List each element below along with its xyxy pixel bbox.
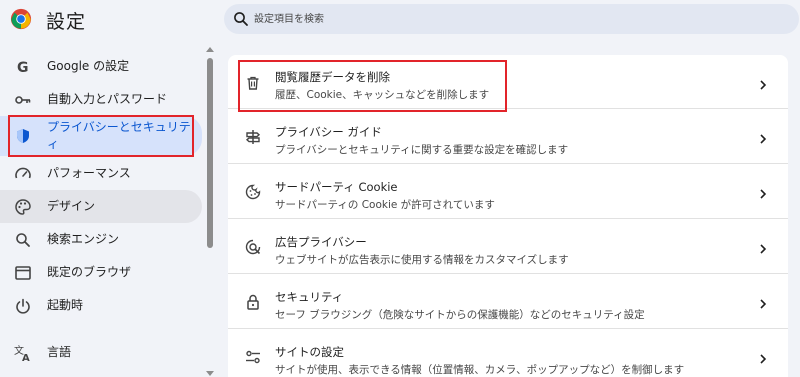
settings-header: 設定 <box>0 0 800 38</box>
search-bar[interactable] <box>224 4 799 34</box>
sidebar-item-search-engine[interactable]: 検索エンジン <box>0 223 202 256</box>
row-title: サイトの設定 <box>275 345 344 359</box>
scroll-up-icon[interactable] <box>206 46 214 52</box>
key-icon <box>14 91 32 109</box>
search-icon <box>14 231 32 249</box>
search-input[interactable] <box>254 4 774 34</box>
sidebar-item-label: デザイン <box>47 199 96 213</box>
row-subtitle: サードパーティの Cookie が許可されています <box>275 199 495 211</box>
svg-text:A: A <box>22 353 30 362</box>
chevron-right-icon <box>760 134 767 144</box>
sidebar-item-label: 自動入力とパスワード <box>47 92 168 106</box>
scroll-thumb[interactable] <box>207 58 213 248</box>
row-subtitle: 履歴、Cookie、キャッシュなどを削除します <box>275 89 490 101</box>
row-title: プライバシー ガイド <box>275 125 382 139</box>
sidebar-item-label: Google の設定 <box>47 59 130 73</box>
row-clear-browsing-data[interactable]: 閲覧履歴データを削除 履歴、Cookie、キャッシュなどを削除します <box>228 55 788 109</box>
row-security[interactable]: セキュリティ セーフ ブラウジング（危険なサイトからの保護機能）などのセキュリテ… <box>228 275 788 329</box>
lock-icon <box>245 294 261 310</box>
row-subtitle: セーフ ブラウジング（危険なサイトからの保護機能）などのセキュリティ設定 <box>275 309 645 321</box>
google-icon: G <box>14 58 32 76</box>
chevron-right-icon <box>760 299 767 309</box>
privacy-settings-card: 閲覧履歴データを削除 履歴、Cookie、キャッシュなどを削除します プライバシ… <box>228 55 788 377</box>
sidebar-item-default-browser[interactable]: 既定のブラウザ <box>0 256 202 289</box>
chevron-right-icon <box>760 80 767 90</box>
sidebar-item-google[interactable]: G Google の設定 <box>0 50 202 83</box>
sidebar-item-on-startup[interactable]: 起動時 <box>0 289 202 322</box>
row-privacy-guide[interactable]: プライバシー ガイド プライバシーとセキュリティに関する重要な設定を確認します <box>228 110 788 164</box>
row-third-party-cookies[interactable]: サードパーティ Cookie サードパーティの Cookie が許可されています <box>228 165 788 219</box>
sidebar-item-label: 検索エンジン <box>47 232 120 246</box>
palette-icon <box>14 198 32 216</box>
browser-window-icon <box>14 264 32 282</box>
row-title: 広告プライバシー <box>275 235 367 249</box>
sidebar-item-label: 既定のブラウザ <box>47 265 132 279</box>
chrome-logo-icon <box>10 8 32 30</box>
scroll-down-icon[interactable] <box>206 371 214 377</box>
guide-icon <box>245 129 261 145</box>
row-site-settings[interactable]: サイトの設定 サイトが使用、表示できる情報（位置情報、カメラ、ポップアップなど）… <box>228 330 788 377</box>
sidebar-scrollbar[interactable] <box>204 44 216 377</box>
sidebar-item-label: プライバシーとセキュリティ <box>47 120 191 151</box>
sidebar-item-label: 言語 <box>47 345 72 359</box>
row-title: 閲覧履歴データを削除 <box>275 70 390 84</box>
sidebar-item-label: パフォーマンス <box>47 166 131 180</box>
page-title: 設定 <box>46 11 87 33</box>
cookie-icon <box>245 184 261 200</box>
row-title: サードパーティ Cookie <box>275 180 398 194</box>
row-title: セキュリティ <box>275 290 344 304</box>
shield-icon <box>14 127 32 145</box>
translate-icon: 文A <box>14 344 32 362</box>
sidebar-item-autofill[interactable]: 自動入力とパスワード <box>0 83 202 116</box>
row-subtitle: プライバシーとセキュリティに関する重要な設定を確認します <box>275 144 569 156</box>
row-subtitle: サイトが使用、表示できる情報（位置情報、カメラ、ポップアップなど）を制御します <box>275 364 685 376</box>
chevron-right-icon <box>760 189 767 199</box>
row-ad-privacy[interactable]: 広告プライバシー ウェブサイトが広告表示に使用する情報をカスタマイズします <box>228 220 788 274</box>
row-subtitle: ウェブサイトが広告表示に使用する情報をカスタマイズします <box>275 254 569 266</box>
speedometer-icon <box>14 165 32 183</box>
sidebar-item-performance[interactable]: パフォーマンス <box>0 157 202 190</box>
search-icon <box>234 12 248 26</box>
sliders-icon <box>245 349 261 365</box>
chevron-right-icon <box>760 354 767 364</box>
sidebar-item-languages[interactable]: 文A 言語 <box>0 336 202 369</box>
trash-icon <box>245 75 261 91</box>
ad-privacy-icon <box>245 239 261 255</box>
svg-text:G: G <box>17 60 29 75</box>
power-icon <box>14 297 32 315</box>
chevron-right-icon <box>760 244 767 254</box>
sidebar-item-label: 起動時 <box>47 298 84 312</box>
sidebar-item-privacy[interactable]: プライバシーとセキュリティ <box>0 116 202 156</box>
sidebar-item-design[interactable]: デザイン <box>0 190 202 223</box>
